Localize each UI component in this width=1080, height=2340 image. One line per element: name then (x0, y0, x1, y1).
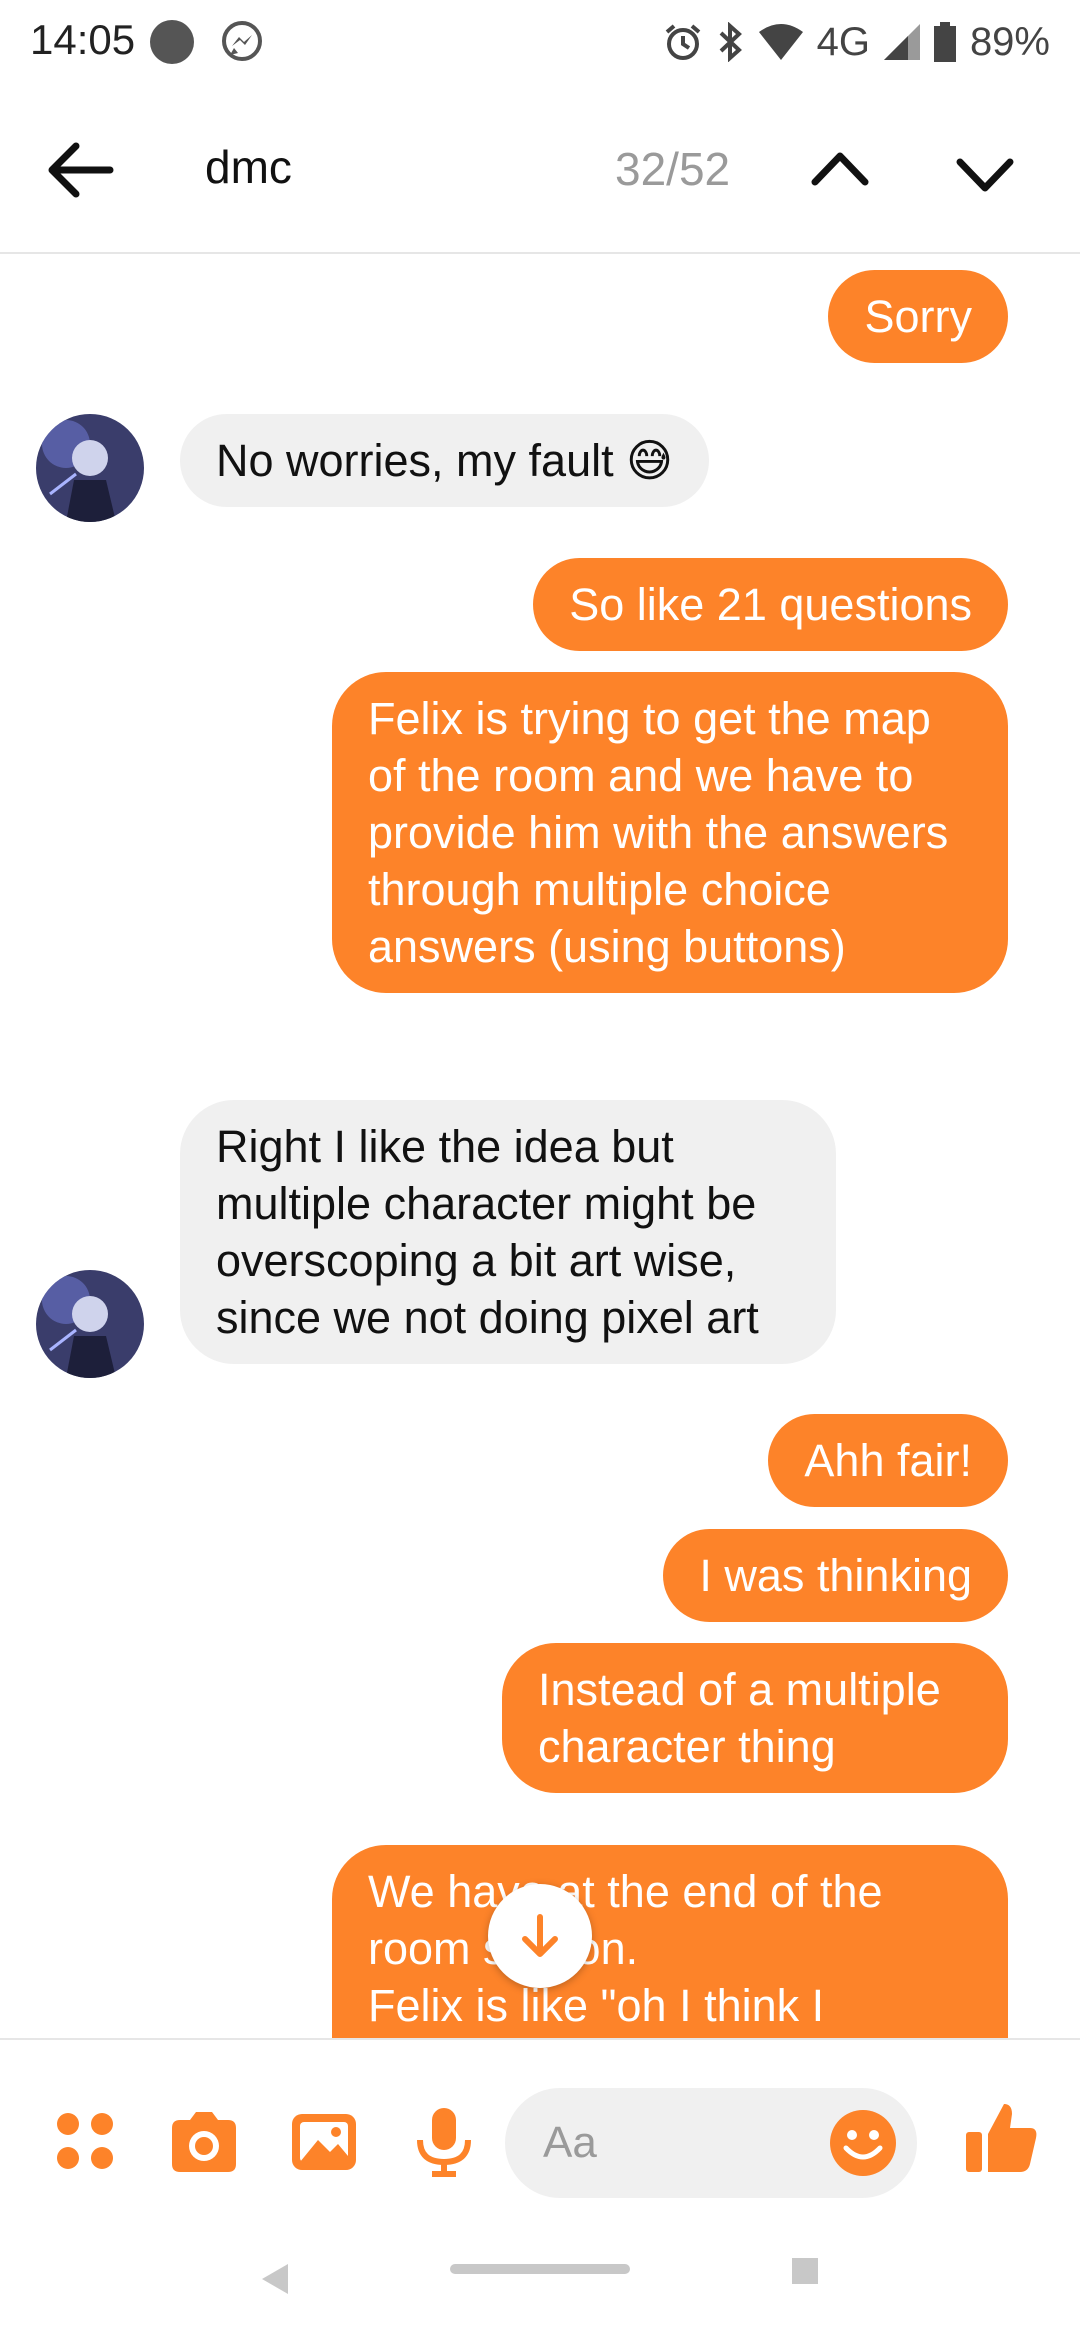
search-term[interactable]: dmc (205, 140, 292, 194)
system-nav-bar (0, 2238, 1080, 2340)
status-time: 14:05 (30, 16, 136, 63)
message-bubble-incoming[interactable]: Right I like the idea but multiple chara… (180, 1100, 836, 1364)
avatar[interactable] (36, 414, 144, 522)
message-bubble-incoming[interactable]: No worries, my fault 😅 (180, 414, 710, 507)
nav-recents-icon[interactable] (792, 2258, 818, 2284)
nav-home-pill[interactable] (450, 2264, 630, 2274)
alarm-icon (663, 22, 703, 62)
scroll-to-bottom-button[interactable] (488, 1884, 592, 1988)
battery-icon (933, 22, 956, 62)
gallery-icon[interactable] (288, 2106, 360, 2178)
wifi-icon (758, 24, 803, 60)
emoji-icon[interactable] (828, 2108, 900, 2180)
signal-icon (883, 24, 920, 60)
status-bar: 14:05 4G 89% (0, 0, 1080, 84)
message-bubble-outgoing[interactable]: Sorry (828, 270, 1008, 363)
apps-icon[interactable] (50, 2106, 122, 2178)
camera-icon[interactable] (168, 2106, 240, 2178)
message-bubble-outgoing[interactable]: I was thinking (663, 1529, 1008, 1622)
notification-dot-icon (150, 20, 194, 64)
nav-back-icon[interactable] (262, 2264, 288, 2299)
thumbs-up-icon[interactable] (964, 2100, 1037, 2172)
search-header: dmc 32/52 (0, 84, 1080, 254)
message-bubble-outgoing[interactable]: Felix is trying to get the map of the ro… (332, 672, 1008, 993)
message-bubble-outgoing[interactable]: We have at the end of the room section. … (332, 1845, 1008, 2038)
message-bubble-outgoing[interactable]: So like 21 questions (533, 558, 1008, 651)
match-count: 32/52 (615, 143, 731, 195)
arrow-down-icon (522, 1914, 558, 1957)
avatar[interactable] (36, 1270, 144, 1378)
message-bubble-outgoing[interactable]: Instead of a multiple character thing (502, 1643, 1008, 1793)
network-type: 4G (816, 19, 870, 64)
composer-bar (0, 2038, 1080, 2240)
battery-level: 89% (969, 19, 1050, 64)
bluetooth-icon (717, 22, 745, 62)
messenger-icon (220, 20, 264, 64)
status-icons: 4G 89% (663, 14, 1050, 70)
back-arrow-icon[interactable] (40, 130, 120, 210)
chevron-down-icon[interactable] (950, 140, 1020, 210)
microphone-icon[interactable] (408, 2106, 480, 2178)
chevron-up-icon[interactable] (805, 136, 875, 206)
message-bubble-outgoing[interactable]: Ahh fair! (768, 1414, 1008, 1507)
